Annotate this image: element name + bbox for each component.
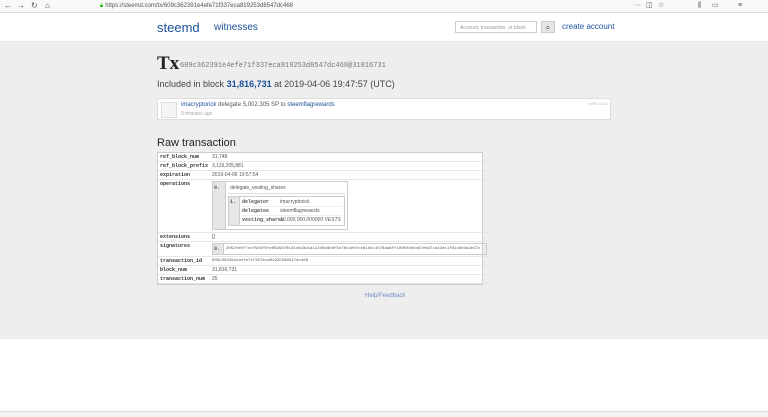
param-value: 10,000,000.000000 VESTS — [280, 217, 341, 223]
search-input[interactable]: Account, transaction, or block — [455, 21, 537, 33]
row-value: 31,816,731 — [210, 265, 490, 275]
page-title: Tx — [157, 53, 180, 74]
operations-list: 0. delegate_vesting_shares 1. delegator i… — [212, 181, 349, 230]
param-key: vesting_shares — [242, 217, 285, 223]
included-suffix: at 2019-04-06 19:47:57 (UTC) — [274, 79, 395, 89]
param-key: delegator — [242, 199, 270, 205]
lock-icon: 🔒︎ — [100, 3, 104, 9]
row-key: transaction_num — [158, 274, 211, 284]
menu-icon[interactable]: ≡ — [738, 1, 742, 11]
row-value: 2019-04-06 19:57:54 — [210, 170, 490, 180]
raw-transaction-table: ref_block_num 31,748 ref_block_prefix 3,… — [157, 152, 490, 285]
browser-toolbar: ← → ↻ ⌂ 🔒︎ https://steemd.com/tx/609c3623… — [0, 0, 768, 13]
table-row: ref_block_num 31,748 — [158, 153, 490, 162]
row-value: 609c362391e4efe71f337eca819253d8547dc468 — [210, 256, 490, 266]
operation-card: imacryptorick delegate 5,002.305 SP to s… — [157, 98, 611, 120]
row-key: ref_block_num — [158, 153, 211, 162]
row-key: ref_block_prefix — [158, 161, 211, 171]
address-text: https://steemd.com/tx/609c362391e4efe71f… — [105, 3, 294, 9]
reload-icon[interactable]: ↻ — [31, 1, 38, 11]
bottom-edge — [0, 411, 768, 417]
operations-value: 0. delegate_vesting_shares 1. delegator i… — [210, 179, 490, 233]
site-header: steemd witnesses Account, transaction, o… — [0, 13, 768, 42]
search-button[interactable]: ⌕ — [541, 21, 555, 33]
timestamp: 9 minutes ago — [181, 111, 213, 117]
forward-icon[interactable]: → — [17, 1, 25, 11]
raw-transaction-heading: Raw transaction — [157, 137, 236, 149]
op-params-index: 1. — [229, 197, 241, 225]
block-info: Included in block 31,816,731 at 2019-04-… — [157, 79, 395, 89]
row-value: 3,119,205,881 — [210, 161, 490, 171]
signature-item: 0. 2052fe0f7ccf5b5f5fe6595870c31c9d3d1a1… — [212, 243, 488, 255]
table-row: transaction_num 25 — [158, 274, 490, 284]
search-icon: ⌕ — [545, 23, 551, 32]
signatures-value: 0. 2052fe0f7ccf5b5f5fe6595870c31c9d3d1a1… — [210, 241, 490, 257]
help-feedback-link[interactable]: Help/Feedback — [365, 293, 405, 299]
param-key: delegatee — [242, 208, 270, 214]
row-key: block_num — [158, 265, 211, 275]
row-key: signatures — [158, 241, 211, 257]
op-type: delegate_vesting_shares — [228, 183, 346, 194]
bookmark-star-icon[interactable]: ☆ — [658, 1, 664, 11]
table-row: expiration 2019-04-06 19:57:54 — [158, 170, 490, 180]
table-row: extensions [] — [158, 232, 490, 242]
home-icon[interactable]: ⌂ — [45, 1, 50, 11]
block-link[interactable]: 31,816,731 — [227, 79, 272, 89]
row-value: 25 — [210, 274, 490, 284]
op-badge: 69% 2023 — [588, 101, 607, 106]
table-row: ref_block_prefix 3,119,205,881 — [158, 161, 490, 171]
brand-logo[interactable]: steemd — [157, 20, 200, 35]
back-icon[interactable]: ← — [4, 1, 12, 11]
create-account-link[interactable]: create account — [562, 22, 614, 31]
table-row: operations 0. delegate_vesting_shares 1.… — [158, 179, 490, 233]
page-actions-icon[interactable]: ··· — [634, 1, 641, 11]
param-value: steemflagrewards — [280, 208, 320, 214]
row-value: [] — [210, 232, 490, 242]
tx-hash: 609c362391e4efe71f337eca819253d8547dc468… — [180, 62, 386, 70]
table-row: signatures 0. 2052fe0f7ccf5b5f5fe6595870… — [158, 241, 490, 257]
delegator-link[interactable]: imacryptorick — [181, 102, 216, 108]
nav-witnesses[interactable]: witnesses — [214, 22, 258, 33]
pocket-icon[interactable]: ◫ — [646, 1, 653, 11]
operation-summary: imacryptorick delegate 5,002.305 SP to s… — [181, 102, 335, 108]
table-row: block_num 31,816,731 — [158, 265, 490, 275]
row-value: 31,748 — [210, 153, 490, 162]
sidebar-icon[interactable]: ▭ — [712, 1, 719, 11]
address-bar[interactable]: 🔒︎ https://steemd.com/tx/609c362391e4efe7… — [100, 2, 625, 10]
row-key: expiration — [158, 170, 211, 180]
signature-text: 2052fe0f7ccf5b5f5fe6595870c31c9d3d1a142d… — [226, 247, 481, 251]
delegatee-link[interactable]: steemflagrewards — [287, 102, 334, 108]
signature-index: 0. — [213, 244, 225, 254]
main-content: Tx 609c362391e4efe71f337eca819253d8547dc… — [0, 42, 768, 339]
row-key: transaction_id — [158, 256, 211, 266]
included-prefix: Included in block — [157, 79, 225, 89]
table-row: transaction_id 609c362391e4efe71f337eca8… — [158, 256, 490, 266]
avatar[interactable] — [161, 102, 177, 118]
operation-action: delegate 5,002.305 SP to — [218, 102, 286, 108]
op-index: 0. — [213, 182, 227, 229]
library-icon[interactable]: ⫼ — [698, 1, 701, 11]
param-value: imacryptorick — [280, 199, 310, 205]
row-key: operations — [158, 179, 211, 233]
row-key: extensions — [158, 232, 211, 242]
